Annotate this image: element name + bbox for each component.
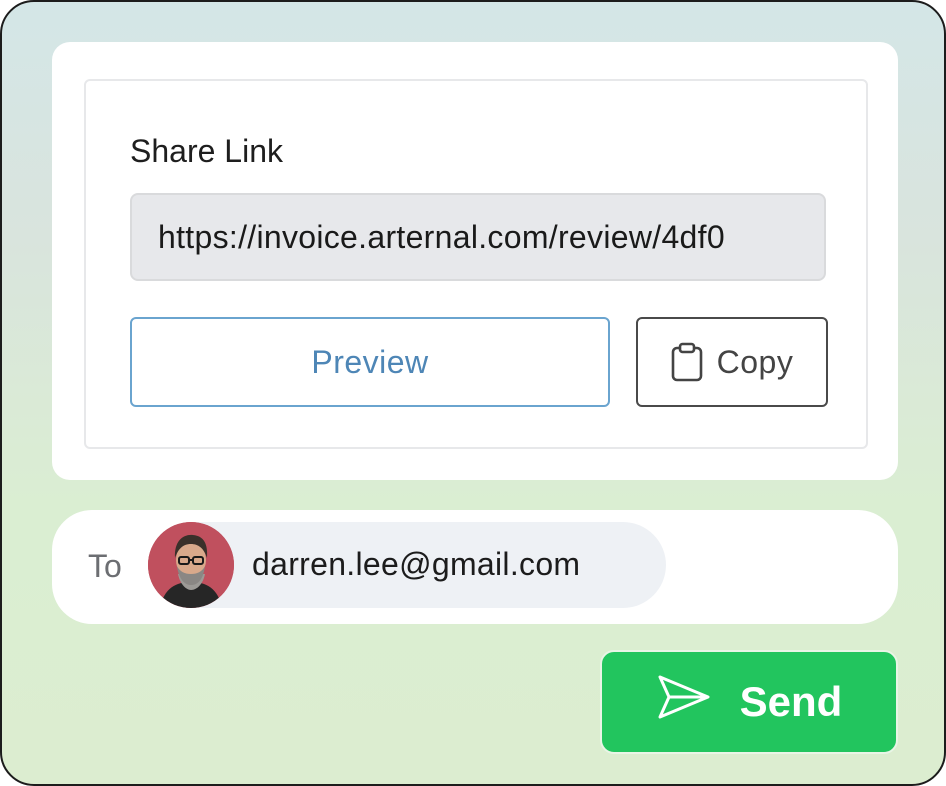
to-label: To [88, 548, 122, 584]
copy-button[interactable]: Copy [636, 317, 828, 407]
clipboard-icon [671, 342, 703, 382]
share-link-label: Share Link [130, 133, 283, 169]
recipient-chip[interactable]: darren.lee@gmail.com [148, 522, 666, 608]
share-card: Share Link Preview Copy [52, 42, 898, 480]
copy-button-label: Copy [716, 343, 794, 380]
recipient-field[interactable]: To darren.lee@gmail.com [52, 510, 898, 624]
share-panel: Share Link Preview Copy [84, 79, 868, 449]
share-link-field[interactable] [130, 193, 826, 281]
app-frame: Share Link Preview Copy To [0, 0, 946, 786]
paper-plane-icon [656, 673, 712, 731]
recipient-email: darren.lee@gmail.com [252, 546, 581, 582]
preview-button[interactable]: Preview [130, 317, 610, 407]
avatar [148, 522, 234, 608]
preview-button-label: Preview [311, 343, 429, 380]
send-button[interactable]: Send [600, 650, 898, 754]
send-button-label: Send [739, 678, 843, 725]
